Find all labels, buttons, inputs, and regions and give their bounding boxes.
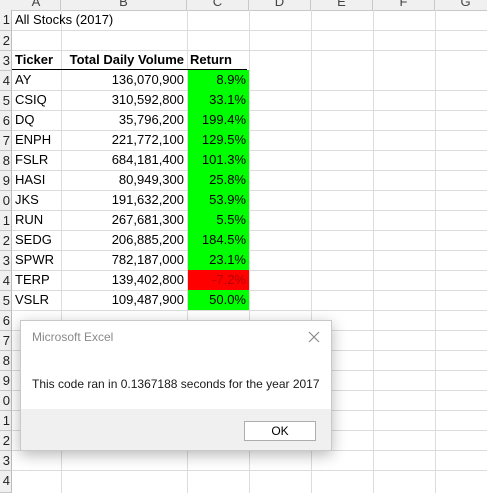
ticker-cell[interactable]: SEDG [12,230,61,250]
row-header[interactable]: 1 [0,211,12,231]
volume-cell[interactable]: 136,070,900 [61,70,187,90]
ticker-cell[interactable]: FSLR [12,150,61,170]
row-header[interactable]: 1 [0,411,12,431]
volume-cell[interactable]: 109,487,900 [61,290,187,310]
volume-cell[interactable]: 221,772,100 [61,130,187,150]
row-header[interactable]: 4 [0,271,12,291]
ticker-cell[interactable]: CSIQ [12,90,61,110]
row-header[interactable]: 3 [0,51,12,71]
row-header[interactable]: 9 [0,171,12,191]
ticker-cell[interactable]: SPWR [12,250,61,270]
dialog-title: Microsoft Excel [32,330,114,344]
return-cell[interactable]: 25.8% [188,170,249,190]
dialog-body: This code ran in 0.1367188 seconds for t… [21,353,331,409]
row-header[interactable]: 4 [0,471,12,493]
row-header[interactable]: 8 [0,351,12,371]
volume-cell[interactable]: 35,796,200 [61,110,187,130]
row-header[interactable]: 6 [0,111,12,131]
dialog-titlebar[interactable]: Microsoft Excel [21,321,331,353]
row-header[interactable]: 1 [0,10,12,31]
volume-cell[interactable]: 80,949,300 [61,170,187,190]
return-cell[interactable]: 23.1% [188,250,249,270]
spreadsheet: A B C D E F G 1 2 3 4 5 6 7 8 9 0 1 2 3 … [0,0,487,493]
gridline [435,10,436,493]
ticker-cell[interactable]: HASI [12,170,61,190]
gridline [12,30,487,31]
volume-cell[interactable]: 139,402,800 [61,270,187,290]
return-cell[interactable]: 184.5% [188,230,249,250]
row-header[interactable]: 8 [0,151,12,171]
column-header-c[interactable]: C [187,0,249,10]
row-header[interactable]: 0 [0,191,12,211]
volume-cell[interactable]: 267,681,300 [61,210,187,230]
row-header[interactable]: 2 [0,431,12,451]
ticker-cell[interactable]: TERP [12,270,61,290]
row-header[interactable]: 3 [0,451,12,471]
ok-button[interactable]: OK [244,421,316,441]
ticker-cell[interactable]: RUN [12,210,61,230]
return-cell[interactable]: 129.5% [188,130,249,150]
dialog-footer: OK [21,409,331,450]
ticker-cell[interactable]: VSLR [12,290,61,310]
ticker-cell[interactable]: ENPH [12,130,61,150]
return-cell[interactable]: 8.9% [188,70,249,90]
row-header[interactable]: 7 [0,131,12,151]
ticker-cell[interactable]: JKS [12,190,61,210]
volume-cell[interactable]: 684,181,400 [61,150,187,170]
volume-cell[interactable]: 206,885,200 [61,230,187,250]
return-cell[interactable]: 5.5% [188,210,249,230]
row-header[interactable]: 2 [0,31,12,51]
return-cell[interactable]: 101.3% [188,150,249,170]
column-header-a[interactable]: A [12,0,61,10]
return-header[interactable]: Return [187,50,249,70]
gridline [12,470,487,471]
return-cell[interactable]: -7.2% [188,270,249,290]
column-header-f[interactable]: F [373,0,435,10]
gridline [373,10,374,493]
ticker-cell[interactable]: DQ [12,110,61,130]
row-header[interactable]: 2 [0,231,12,251]
row-header[interactable]: 6 [0,311,12,331]
row-header[interactable]: 3 [0,251,12,271]
row-header[interactable]: 7 [0,331,12,351]
row-header[interactable]: 0 [0,391,12,411]
row-header[interactable]: 9 [0,371,12,391]
return-cell[interactable]: 50.0% [188,290,249,310]
volume-cell[interactable]: 310,592,800 [61,90,187,110]
column-header-d[interactable]: D [249,0,311,10]
message-dialog: Microsoft Excel This code ran in 0.13671… [20,320,332,451]
ticker-cell[interactable]: AY [12,70,61,90]
gridline [12,310,487,311]
sheet-title[interactable]: All Stocks (2017) [12,10,212,30]
volume-header[interactable]: Total Daily Volume [61,50,187,70]
ticker-header[interactable]: Ticker [12,50,61,70]
return-cell[interactable]: 33.1% [188,90,249,110]
volume-cell[interactable]: 782,187,000 [61,250,187,270]
volume-cell[interactable]: 191,632,200 [61,190,187,210]
row-header[interactable]: 5 [0,91,12,111]
column-header-e[interactable]: E [311,0,373,10]
column-header-b[interactable]: B [61,0,187,10]
row-header[interactable]: 5 [0,291,12,311]
dialog-message: This code ran in 0.1367188 seconds for t… [32,377,320,391]
row-header[interactable]: 4 [0,71,12,91]
column-header-g[interactable]: G [435,0,487,10]
return-cell[interactable]: 199.4% [188,110,249,130]
return-cell[interactable]: 53.9% [188,190,249,210]
close-icon[interactable] [303,326,325,348]
